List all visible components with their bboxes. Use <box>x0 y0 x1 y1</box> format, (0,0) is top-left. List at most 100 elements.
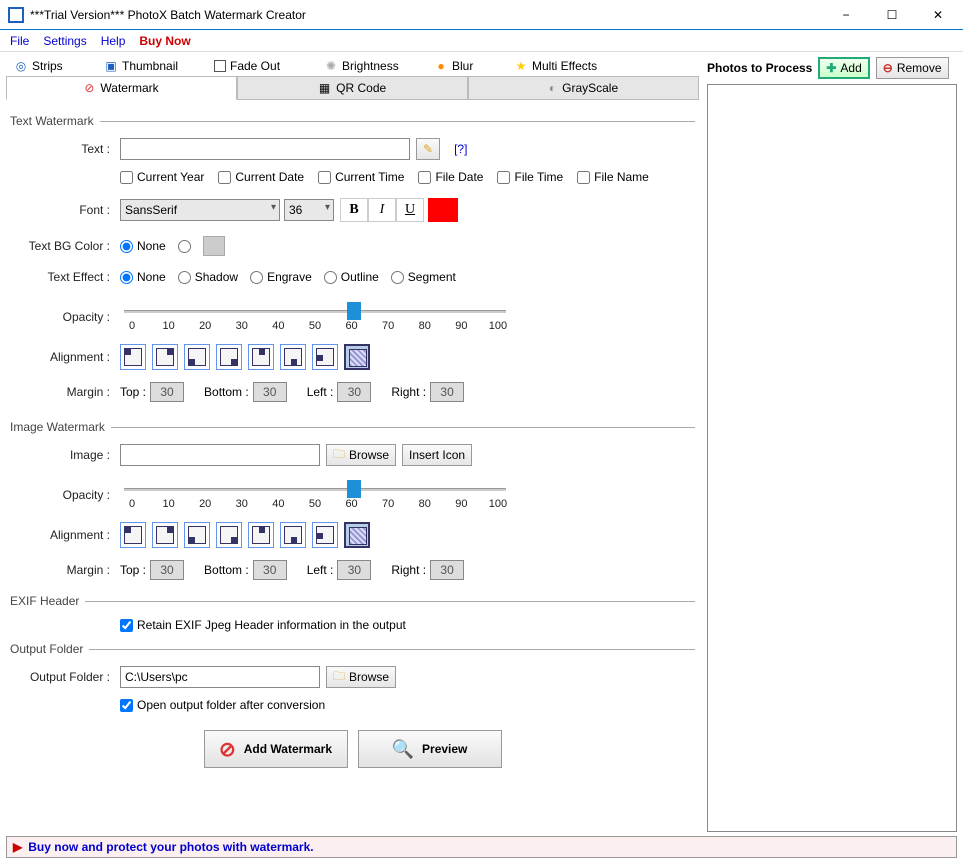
align-ml[interactable] <box>312 344 338 370</box>
slider-thumb[interactable] <box>347 480 361 498</box>
menu-settings[interactable]: Settings <box>43 34 86 48</box>
tab-brightness[interactable]: ✺Brightness <box>316 59 426 73</box>
text-label: Text : <box>10 142 120 156</box>
text-var-button[interactable]: ✎ <box>416 138 440 160</box>
check-file-name[interactable]: File Name <box>577 170 649 184</box>
underline-button[interactable]: U <box>396 198 424 222</box>
check-current-time[interactable]: Current Time <box>318 170 404 184</box>
tab-watermark[interactable]: ⊘Watermark <box>6 76 237 100</box>
retain-exif-checkbox[interactable]: Retain EXIF Jpeg Header information in t… <box>120 618 406 632</box>
font-select[interactable]: SansSerif <box>120 199 280 221</box>
img-margin-label: Margin : <box>10 563 120 577</box>
text-help-link[interactable]: [?] <box>454 142 467 156</box>
align-br[interactable] <box>216 344 242 370</box>
margin-top-input <box>150 382 184 402</box>
text-color-button[interactable] <box>428 198 458 222</box>
menu-help[interactable]: Help <box>101 34 126 48</box>
output-folder-label: Output Folder : <box>10 670 120 684</box>
align-bc[interactable] <box>280 344 306 370</box>
effect-shadow[interactable]: Shadow <box>178 270 238 284</box>
open-output-checkbox[interactable]: Open output folder after conversion <box>120 698 325 712</box>
maximize-button[interactable]: ☐ <box>869 1 915 29</box>
footer-message[interactable]: Buy now and protect your photos with wat… <box>28 840 313 854</box>
bottom-label: Bottom : <box>204 563 249 577</box>
image-browse-button[interactable]: 🗀Browse <box>326 444 396 466</box>
output-browse-button[interactable]: 🗀Browse <box>326 666 396 688</box>
img-align-tl[interactable] <box>120 522 146 548</box>
align-bl[interactable] <box>184 344 210 370</box>
menu-file[interactable]: File <box>10 34 29 48</box>
add-watermark-button[interactable]: ⊘Add Watermark <box>204 730 348 768</box>
check-current-date[interactable]: Current Date <box>218 170 304 184</box>
effect-outline[interactable]: Outline <box>324 270 379 284</box>
tab-blur[interactable]: ●Blur <box>426 59 506 73</box>
photos-listbox[interactable] <box>707 84 957 832</box>
top-label: Top : <box>120 563 146 577</box>
right-panel: Photos to Process ✚Add ⊖Remove <box>707 56 957 834</box>
add-photo-button[interactable]: ✚Add <box>818 57 869 79</box>
img-margin-left-input <box>337 560 371 580</box>
add-watermark-icon: ⊘ <box>219 737 236 762</box>
tab-thumbnail[interactable]: ▣Thumbnail <box>96 59 206 73</box>
left-label: Left : <box>307 385 334 399</box>
img-align-bl[interactable] <box>184 522 210 548</box>
blur-icon: ● <box>434 59 448 73</box>
minimize-button[interactable]: − <box>823 1 869 29</box>
menu-buy-now[interactable]: Buy Now <box>139 34 190 48</box>
tab-strips[interactable]: ◎Strips <box>6 59 96 73</box>
effect-engrave[interactable]: Engrave <box>250 270 312 284</box>
brightness-icon: ✺ <box>324 59 338 73</box>
star-icon: ★ <box>514 59 528 73</box>
group-output: Output Folder <box>10 642 695 656</box>
bold-button[interactable]: B <box>340 198 368 222</box>
tab-grayscale[interactable]: ◐GrayScale <box>468 76 699 100</box>
img-align-bc[interactable] <box>280 522 306 548</box>
effect-segment[interactable]: Segment <box>391 270 456 284</box>
effect-none[interactable]: None <box>120 270 166 284</box>
bottom-label: Bottom : <box>204 385 249 399</box>
remove-photo-button[interactable]: ⊖Remove <box>876 57 949 79</box>
window-title: ***Trial Version*** PhotoX Batch Waterma… <box>30 8 823 22</box>
font-label: Font : <box>10 203 120 217</box>
tab-multi[interactable]: ★Multi Effects <box>506 59 626 73</box>
align-tr[interactable] <box>152 344 178 370</box>
align-tc[interactable] <box>248 344 274 370</box>
img-align-ml[interactable] <box>312 522 338 548</box>
search-icon: 🔍 <box>392 739 414 760</box>
align-center[interactable] <box>344 344 370 370</box>
bgcolor-none-radio[interactable]: None <box>120 239 166 253</box>
group-exif: EXIF Header <box>10 594 695 608</box>
bgcolor-color-radio[interactable] <box>178 240 191 253</box>
preview-button[interactable]: 🔍Preview <box>358 730 502 768</box>
image-opacity-slider[interactable] <box>120 480 510 498</box>
plus-icon: ✚ <box>826 61 836 75</box>
font-size-select[interactable]: 36 <box>284 199 334 221</box>
close-button[interactable]: ✕ <box>915 1 961 29</box>
insert-icon-button[interactable]: Insert Icon <box>402 444 472 466</box>
text-opacity-slider[interactable] <box>120 302 510 320</box>
folder-icon: 🗀 <box>333 445 345 466</box>
check-file-date[interactable]: File Date <box>418 170 483 184</box>
output-folder-input[interactable] <box>120 666 320 688</box>
fadeout-icon <box>214 60 226 72</box>
margin-label: Margin : <box>10 385 120 399</box>
bgcolor-swatch[interactable] <box>203 236 225 256</box>
group-text-watermark: Text Watermark <box>10 114 695 128</box>
italic-button[interactable]: I <box>368 198 396 222</box>
align-tl[interactable] <box>120 344 146 370</box>
img-opacity-label: Opacity : <box>10 488 120 502</box>
tab-qrcode[interactable]: ▦QR Code <box>237 76 468 100</box>
img-align-br[interactable] <box>216 522 242 548</box>
text-input[interactable] <box>120 138 410 160</box>
image-input[interactable] <box>120 444 320 466</box>
img-align-tr[interactable] <box>152 522 178 548</box>
top-label: Top : <box>120 385 146 399</box>
tab-fadeout[interactable]: Fade Out <box>206 59 316 73</box>
img-align-center[interactable] <box>344 522 370 548</box>
left-label: Left : <box>307 563 334 577</box>
slider-ticks: 0102030405060708090100 <box>120 320 510 332</box>
check-file-time[interactable]: File Time <box>497 170 563 184</box>
check-current-year[interactable]: Current Year <box>120 170 204 184</box>
slider-thumb[interactable] <box>347 302 361 320</box>
img-align-tc[interactable] <box>248 522 274 548</box>
